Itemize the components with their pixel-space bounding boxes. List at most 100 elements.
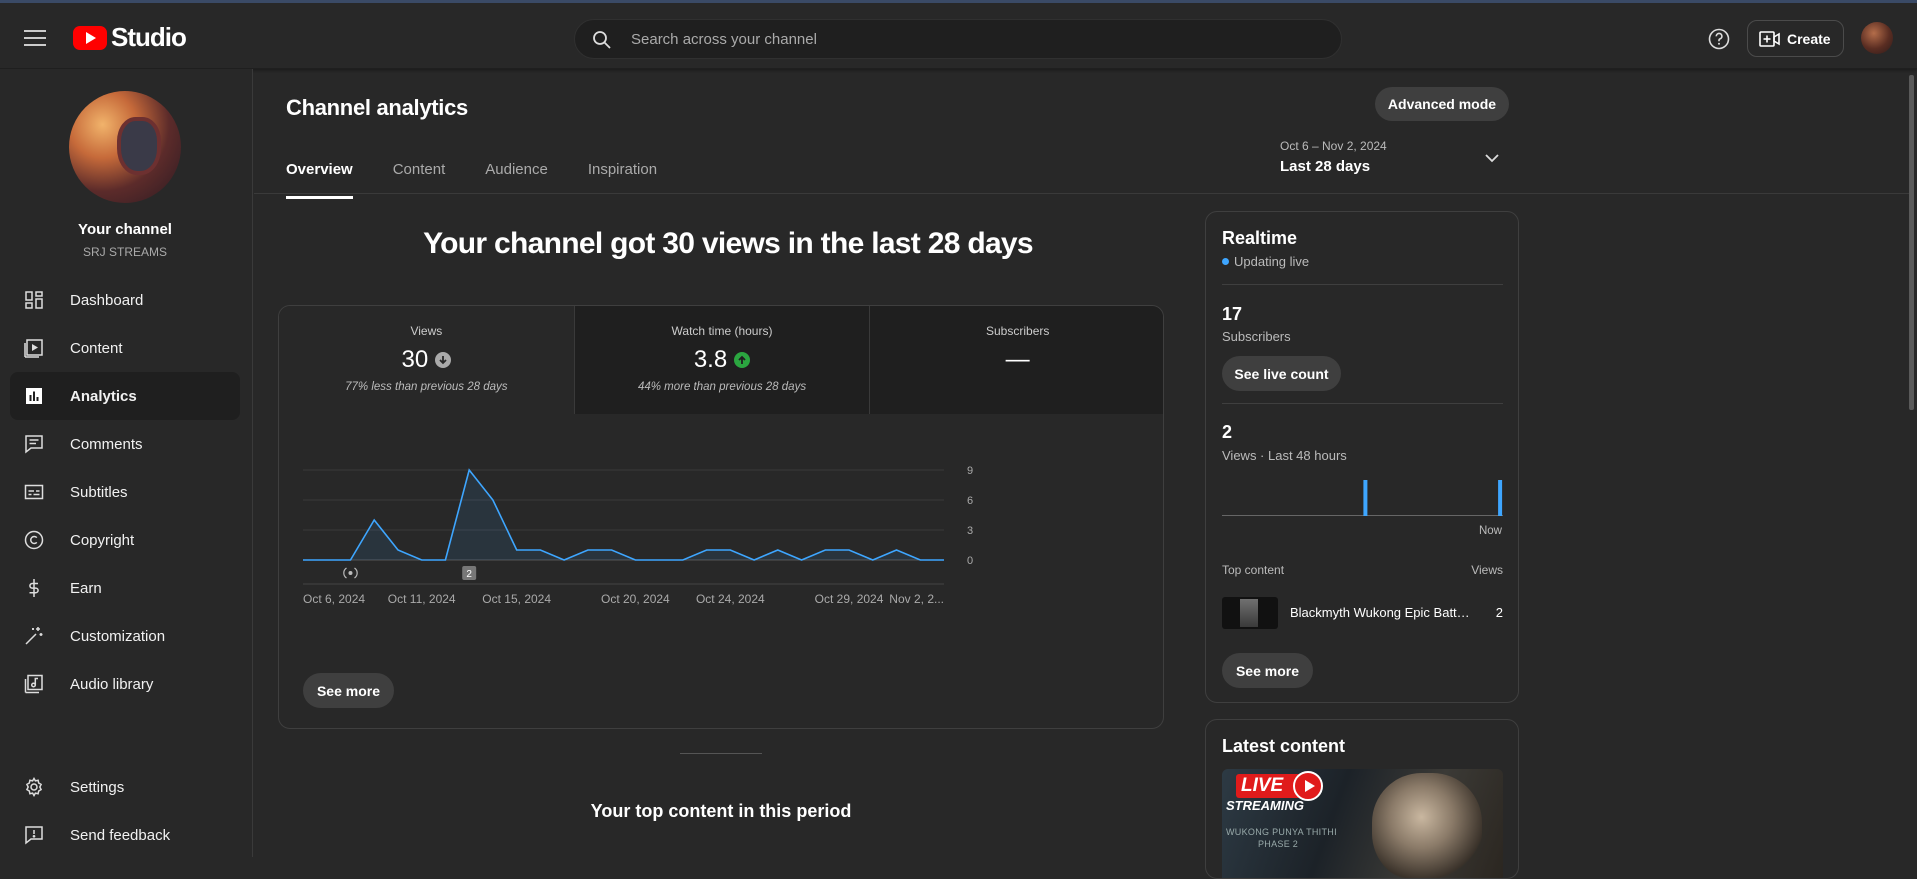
sidebar-item-label: Audio library (70, 675, 154, 693)
dollar-icon (29, 579, 39, 597)
menu-icon[interactable] (24, 30, 46, 46)
thumbnail-art (1372, 773, 1482, 878)
metric-watch-time[interactable]: Watch time (hours) 3.8 44% more than pre… (573, 306, 870, 414)
audio-library-icon (24, 674, 43, 694)
realtime-bar (1498, 480, 1503, 516)
x-tick-label: Oct 24, 2024 (696, 592, 765, 606)
sidebar-item-customization[interactable]: Customization (10, 612, 240, 660)
metric-value: 30 (401, 346, 429, 373)
studio-logo[interactable]: Studio (73, 22, 187, 53)
divider (1222, 403, 1503, 404)
channel-avatar[interactable] (69, 91, 181, 203)
x-tick-label: Oct 11, 2024 (388, 592, 456, 606)
sidebar-item-label: Settings (70, 778, 125, 796)
date-range-selector[interactable]: Oct 6 – Nov 2, 2024 Last 28 days (1280, 139, 1516, 181)
metric-subscribers[interactable]: Subscribers — (869, 306, 1163, 414)
sidebar-item-earn[interactable]: Earn (10, 564, 240, 612)
sidebar-item-label: Comments (70, 435, 143, 453)
top-content-item[interactable]: Blackmyth Wukong Epic Battl... 2 (1222, 597, 1503, 629)
sidebar-item-analytics[interactable]: Analytics (10, 372, 240, 420)
views-value: 2 (1222, 422, 1233, 442)
create-button[interactable]: Create (1747, 20, 1844, 57)
metric-label: Views (410, 324, 443, 338)
sidebar-item-content[interactable]: Content (10, 324, 240, 372)
streaming-text: STREAMING (1226, 798, 1304, 813)
tab-divider (254, 193, 1909, 194)
sidebar-item-label: Subtitles (70, 483, 128, 501)
x-tick-label: Oct 29, 2024 (815, 592, 884, 606)
subscribers-value: 17 (1222, 304, 1243, 324)
comments-icon (25, 435, 43, 454)
thumbnail-subtext: WUKONG PUNYA THITHI (1226, 827, 1337, 837)
sidebar-item-copyright[interactable]: Copyright (10, 516, 240, 564)
chevron-down-icon (1485, 154, 1499, 163)
sidebar-item-audio-library[interactable]: Audio library (10, 660, 240, 708)
advanced-mode-button[interactable]: Advanced mode (1375, 87, 1509, 121)
sidebar-item-label: Earn (70, 579, 102, 597)
views-column-label: Views (1471, 563, 1503, 577)
see-live-count-button[interactable]: See live count (1222, 356, 1341, 391)
sidebar-item-dashboard[interactable]: Dashboard (10, 276, 240, 324)
sidebar-item-comments[interactable]: Comments (10, 420, 240, 468)
metric-tabs: Views 30 77% less than previous 28 days … (279, 306, 1163, 414)
series-line (303, 468, 944, 561)
y-tick-label: 6 (967, 495, 973, 507)
date-range-label: Last 28 days (1280, 158, 1371, 175)
top-content-header: Top content Views (1222, 563, 1503, 577)
latest-content-card: Latest content LIVE STREAMING WUKONG PUN… (1205, 719, 1519, 879)
subtitles-icon (24, 484, 44, 500)
section-divider (680, 753, 762, 754)
subscribers-label: Subscribers (1222, 329, 1291, 344)
x-tick-label: Oct 20, 2024 (601, 592, 670, 606)
latest-video-thumbnail[interactable]: LIVE STREAMING WUKONG PUNYA THITHI PHASE… (1222, 769, 1503, 878)
sidebar-item-feedback[interactable]: Send feedback (10, 811, 240, 859)
channel-title: Your channel (78, 221, 172, 238)
summary-headline: Your channel got 30 views in the last 28… (423, 227, 1034, 260)
sidebar-item-label: Dashboard (70, 291, 144, 309)
metric-label: Subscribers (986, 324, 1050, 338)
realtime-see-more-button[interactable]: See more (1222, 653, 1313, 688)
search-bar[interactable] (574, 19, 1342, 59)
video-views: 2 (1495, 605, 1503, 620)
live-dot-icon (1222, 258, 1229, 265)
now-label: Now (1478, 525, 1502, 537)
create-label: Create (1787, 30, 1831, 47)
metric-value: — (1005, 346, 1030, 373)
realtime-title: Realtime (1222, 228, 1298, 248)
thumbnail-subtext: PHASE 2 (1258, 839, 1299, 849)
sidebar-item-label: Analytics (70, 387, 137, 405)
page-title: Channel analytics (286, 95, 468, 120)
overview-card: Views 30 77% less than previous 28 days … (278, 305, 1164, 729)
help-icon[interactable] (1707, 27, 1731, 51)
video-thumbnail (1222, 597, 1278, 629)
metric-note: 44% more than previous 28 days (637, 381, 807, 393)
y-tick-label: 0 (967, 555, 973, 567)
see-more-button[interactable]: See more (303, 673, 394, 708)
search-input[interactable] (631, 20, 1321, 58)
top-content-title: Your top content in this period (590, 801, 852, 821)
y-tick-label: 9 (967, 465, 973, 477)
realtime-status: Updating live (1222, 254, 1309, 269)
channel-handle: SRJ STREAMS (82, 245, 167, 259)
gear-icon (25, 777, 43, 797)
realtime-bar-chart (1222, 480, 1503, 516)
divider (1222, 284, 1503, 285)
dashboard-icon (25, 291, 43, 309)
page-scrollbar[interactable] (1909, 75, 1914, 410)
sidebar-item-subtitles[interactable]: Subtitles (10, 468, 240, 516)
sidebar-item-label: Copyright (70, 531, 135, 549)
arrow-up-icon (734, 352, 751, 368)
metric-views[interactable]: Views 30 77% less than previous 28 days (279, 306, 574, 414)
live-icon (348, 571, 353, 575)
sidebar-item-settings[interactable]: Settings (10, 763, 240, 811)
x-tick-label: Oct 15, 2024 (482, 592, 551, 606)
sidebar-item-label: Content (70, 339, 123, 357)
search-icon (593, 31, 611, 49)
youtube-logo-icon (73, 25, 107, 50)
series-area (303, 470, 944, 560)
realtime-status-text: Updating live (1234, 254, 1310, 269)
account-avatar[interactable] (1861, 22, 1893, 54)
feedback-icon (25, 826, 43, 845)
date-range-dates: Oct 6 – Nov 2, 2024 (1280, 139, 1387, 153)
latest-content-title: Latest content (1222, 736, 1346, 756)
